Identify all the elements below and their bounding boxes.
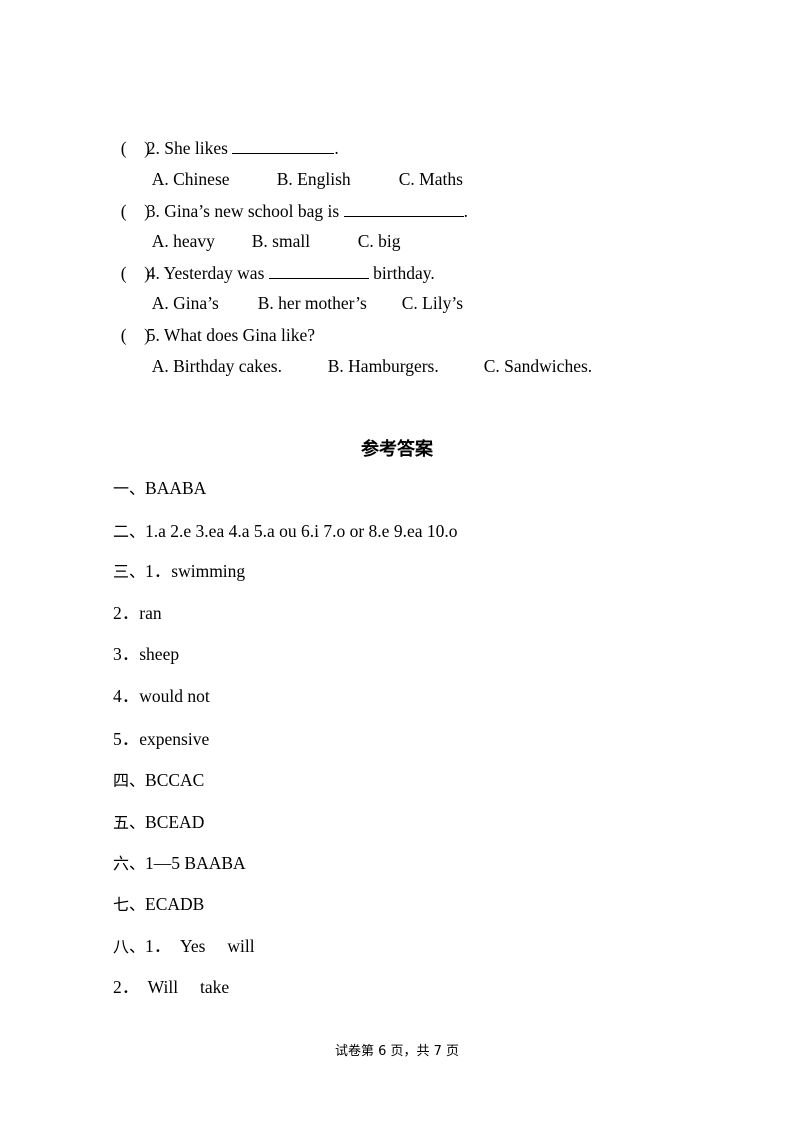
option-a: A. Birthday cakes. <box>151 355 282 376</box>
answer-line: 2．ran <box>113 603 162 623</box>
answer-text: BCCAC <box>145 770 205 790</box>
answer-line: 4．would not <box>113 686 210 706</box>
answer-line: 3．sheep <box>113 644 180 664</box>
answer-text: 1．swimming <box>145 561 246 581</box>
answer-line: 六、1—5 BAABA <box>113 853 246 873</box>
answer-text: 1.a 2.e 3.ea 4.a 5.a ou 6.i 7.o or 8.e 9… <box>145 521 458 541</box>
answer-text: 2． Will take <box>113 977 230 997</box>
answer-line: 二、1.a 2.e 3.ea 4.a 5.a ou 6.i 7.o or 8.e… <box>113 521 458 541</box>
section-label: 八、 <box>113 937 146 956</box>
answer-line: 5．expensive <box>113 729 210 749</box>
answer-line: 七、ECADB <box>113 894 205 914</box>
answer-text: 3．sheep <box>113 644 180 664</box>
answer-line: 四、BCCAC <box>113 770 205 790</box>
question-4-options: A. Gina’s B. her mother’s C. Lily’s <box>143 277 463 312</box>
answer-text: ECADB <box>145 894 205 914</box>
answer-text: 1． Yes will <box>145 936 255 956</box>
section-label: 五、 <box>113 813 146 832</box>
answer-key-title: 参考答案 <box>361 439 433 460</box>
answer-line: 2． Will take <box>113 977 230 997</box>
section-label: 七、 <box>113 895 146 914</box>
question-5-options: A. Birthday cakes. B. Hamburgers. C. Sandw… <box>143 340 592 375</box>
option-c: C. Sandwiches. <box>483 355 593 376</box>
answer-line: 八、1． Yes will <box>113 936 255 956</box>
section-label: 一、 <box>113 479 146 498</box>
answer-line: 三、1．swimming <box>113 561 246 581</box>
section-label: 四、 <box>113 771 146 790</box>
question-stem-end: . <box>463 200 468 221</box>
section-label: 六、 <box>113 854 146 873</box>
answer-line: 一、BAABA <box>113 478 207 498</box>
answer-blank <box>232 139 335 154</box>
answer-text: BAABA <box>145 478 207 498</box>
page-footer: 试卷第 6 页，共 7 页 <box>334 1044 460 1059</box>
question-2-options: A. Chinese B. English C. Maths <box>143 153 463 188</box>
section-label: 三、 <box>113 562 146 581</box>
option-b: B. Hamburgers. <box>327 355 439 376</box>
question-5: ( )5. What does Gina like? <box>112 309 315 344</box>
option-c: C. Lily’s <box>401 292 464 313</box>
answer-text: 2．ran <box>113 603 162 623</box>
answer-line: 五、BCEAD <box>113 812 205 832</box>
section-label: 二、 <box>113 522 146 541</box>
answer-text: BCEAD <box>145 812 205 832</box>
answer-text: 1—5 BAABA <box>145 853 246 873</box>
answer-text: 5．expensive <box>113 729 210 749</box>
answer-text: 4．would not <box>113 686 210 706</box>
question-2: ( )2. She likes . <box>112 121 339 157</box>
question-3-options: A. heavy B. small C. big <box>143 215 401 250</box>
